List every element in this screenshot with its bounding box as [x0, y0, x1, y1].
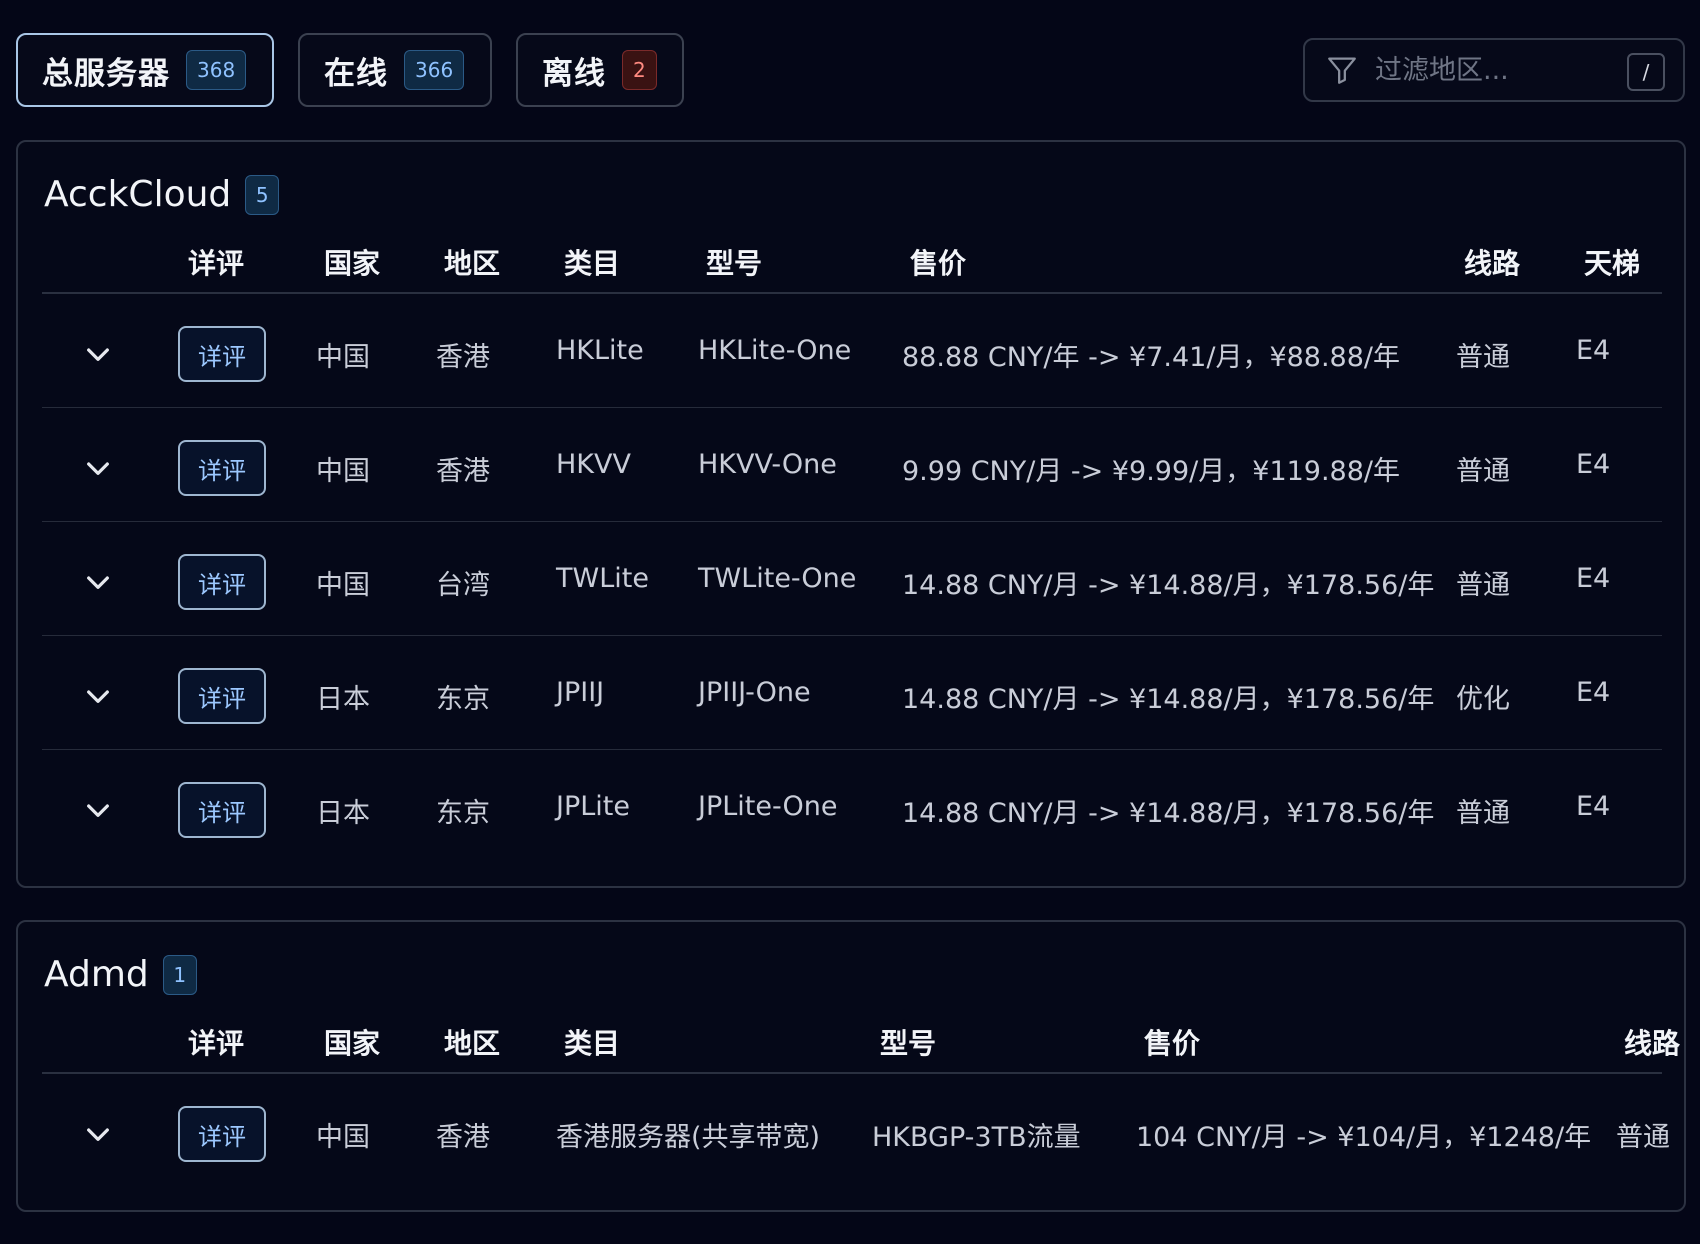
cell-country: 日本 — [316, 684, 370, 715]
cell-region: 香港 — [436, 456, 490, 487]
cell-category: JPLite — [556, 791, 630, 822]
cell-price: 14.88 CNY/月 -> ¥14.88/月，¥178.56/年 — [902, 570, 1435, 601]
detail-button[interactable]: 详评 — [178, 440, 266, 496]
shortcut-key: / — [1627, 53, 1665, 91]
column-header-country: 国家 — [324, 1027, 381, 1060]
cell-price: 88.88 CNY/年 -> ¥7.41/月，¥88.88/年 — [902, 342, 1401, 373]
cell-line: 普通 — [1616, 1122, 1670, 1153]
column-header-region: 地区 — [444, 1027, 501, 1060]
header-divider — [42, 292, 1662, 294]
cell-price: 9.99 CNY/月 -> ¥9.99/月，¥119.88/年 — [902, 456, 1401, 487]
cell-tier: E4 — [1576, 563, 1611, 594]
cell-tier: E4 — [1576, 791, 1611, 822]
provider-card-admd: Admd 1 详评 国家 地区 类目 型号 售价 线路 详评 中国 香港 香港服… — [16, 920, 1686, 1212]
cell-line: 普通 — [1456, 798, 1510, 829]
cell-line: 优化 — [1456, 684, 1510, 715]
region-filter-input[interactable] — [1375, 54, 1615, 86]
provider-count-badge: 5 — [245, 174, 280, 215]
cell-model: TWLite-One — [698, 563, 857, 594]
filter-icon — [1328, 57, 1356, 84]
region-filter: / — [1303, 38, 1685, 102]
provider-name: AcckCloud — [44, 174, 232, 215]
column-header-category: 类目 — [564, 1027, 621, 1060]
provider-header: AcckCloud 5 — [44, 174, 280, 215]
detail-button[interactable]: 详评 — [178, 326, 266, 382]
column-header-detail: 详评 — [188, 247, 245, 280]
cell-price: 14.88 CNY/月 -> ¥14.88/月，¥178.56/年 — [902, 684, 1435, 715]
column-header-region: 地区 — [444, 247, 501, 280]
cell-model: JPLite-One — [698, 791, 838, 822]
cell-region: 香港 — [436, 342, 490, 373]
cell-category: HKVV — [556, 449, 631, 480]
cell-price: 104 CNY/月 -> ¥104/月，¥1248/年 — [1136, 1122, 1592, 1153]
column-header-price: 售价 — [1144, 1027, 1201, 1060]
tab-label: 离线 — [542, 55, 606, 92]
cell-category: TWLite — [556, 563, 649, 594]
cell-model: HKLite-One — [698, 335, 852, 366]
cell-country: 中国 — [316, 342, 370, 373]
cell-country: 中国 — [316, 1122, 370, 1153]
detail-button[interactable]: 详评 — [178, 782, 266, 838]
cell-category: 香港服务器(共享带宽) — [556, 1122, 821, 1153]
provider-header: Admd 1 — [44, 954, 197, 995]
chevron-down-icon[interactable] — [82, 452, 114, 484]
cell-tier: E4 — [1576, 677, 1611, 708]
row-divider — [42, 635, 1662, 636]
tab-total-servers[interactable]: 总服务器 368 — [16, 33, 274, 107]
chevron-down-icon[interactable] — [82, 338, 114, 370]
cell-region: 香港 — [436, 1122, 490, 1153]
row-divider — [42, 521, 1662, 522]
detail-button[interactable]: 详评 — [178, 1106, 266, 1162]
column-header-model: 型号 — [706, 247, 763, 280]
chevron-down-icon[interactable] — [82, 566, 114, 598]
count-badge: 368 — [186, 50, 247, 90]
tab-label: 在线 — [324, 55, 388, 92]
cell-region: 东京 — [436, 684, 490, 715]
tab-offline[interactable]: 离线 2 — [516, 33, 684, 107]
cell-region: 东京 — [436, 798, 490, 829]
cell-line: 普通 — [1456, 342, 1510, 373]
detail-button[interactable]: 详评 — [178, 668, 266, 724]
tab-label: 总服务器 — [42, 55, 170, 92]
provider-count-badge: 1 — [162, 954, 197, 995]
cell-tier: E4 — [1576, 335, 1611, 366]
count-badge: 366 — [404, 50, 465, 90]
cell-model: JPIIJ-One — [698, 677, 811, 708]
cell-line: 普通 — [1456, 456, 1510, 487]
chevron-down-icon[interactable] — [82, 680, 114, 712]
column-header-model: 型号 — [880, 1027, 937, 1060]
column-header-tier: 天梯 — [1584, 247, 1641, 280]
detail-button[interactable]: 详评 — [178, 554, 266, 610]
column-header-line: 线路 — [1624, 1027, 1681, 1060]
cell-tier: E4 — [1576, 449, 1611, 480]
tab-online[interactable]: 在线 366 — [298, 33, 492, 107]
cell-country: 中国 — [316, 456, 370, 487]
cell-model: HKBGP-3TB流量 — [872, 1122, 1081, 1153]
provider-name: Admd — [44, 954, 149, 995]
column-header-line: 线路 — [1464, 247, 1521, 280]
column-header-country: 国家 — [324, 247, 381, 280]
provider-card-acckcloud: AcckCloud 5 详评 国家 地区 类目 型号 售价 线路 天梯 详评 中… — [16, 140, 1686, 888]
cell-country: 中国 — [316, 570, 370, 601]
server-list-page: 总服务器 368 在线 366 离线 2 / AcckCloud 5 详评 国家… — [0, 0, 1700, 1244]
chevron-down-icon[interactable] — [82, 794, 114, 826]
column-header-price: 售价 — [910, 247, 967, 280]
header-divider — [42, 1072, 1662, 1074]
cell-category: JPIIJ — [556, 677, 605, 708]
column-header-detail: 详评 — [188, 1027, 245, 1060]
row-divider — [42, 749, 1662, 750]
row-divider — [42, 407, 1662, 408]
chevron-down-icon[interactable] — [82, 1118, 114, 1150]
cell-country: 日本 — [316, 798, 370, 829]
cell-price: 14.88 CNY/月 -> ¥14.88/月，¥178.56/年 — [902, 798, 1435, 829]
column-header-category: 类目 — [564, 247, 621, 280]
cell-line: 普通 — [1456, 570, 1510, 601]
count-badge: 2 — [622, 50, 657, 90]
cell-region: 台湾 — [436, 570, 490, 601]
cell-category: HKLite — [556, 335, 644, 366]
cell-model: HKVV-One — [698, 449, 837, 480]
